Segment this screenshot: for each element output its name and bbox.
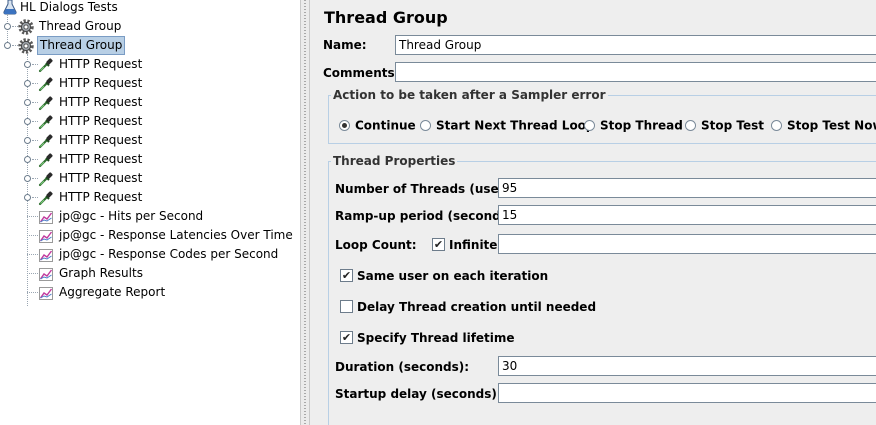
flask-icon	[3, 0, 17, 15]
tree-item-label: Graph Results	[59, 266, 143, 280]
tree-item-label: Thread Group	[37, 36, 126, 55]
tree-item[interactable]: jp@gc - Response Codes per Second	[0, 245, 300, 264]
radio-indicator	[771, 120, 782, 131]
tree-item-label: jp@gc - Response Codes per Second	[59, 247, 279, 261]
rampup-label: Ramp-up period (seconds):	[335, 209, 519, 223]
rampup-field[interactable]: 15	[498, 205, 876, 225]
tree-root-label: HL Dialogs Tests	[20, 0, 118, 14]
tree-item-label: jp@gc - Hits per Second	[59, 209, 204, 223]
tree-item-label: HTTP Request	[59, 76, 143, 90]
tree-item-label: HTTP Request	[59, 152, 143, 166]
radio-stop-test-now[interactable]: Stop Test Now	[771, 118, 876, 133]
tree-item-label: HTTP Request	[59, 190, 143, 204]
radio-indicator	[685, 120, 696, 131]
startup-delay-field[interactable]	[498, 383, 876, 403]
startup-delay-label: Startup delay (seconds):	[335, 387, 502, 401]
radio-continue[interactable]: Continue	[339, 118, 416, 133]
duration-label: Duration (seconds):	[335, 360, 470, 374]
radio-indicator	[420, 120, 431, 131]
tree-root[interactable]: HL Dialogs Tests	[0, 0, 300, 17]
thread-properties-legend: Thread Properties	[333, 154, 456, 168]
sampler-error-legend: Action to be taken after a Sampler error	[333, 88, 606, 102]
pipette-icon	[38, 114, 54, 130]
tree-item-label: HTTP Request	[59, 171, 143, 185]
tree-item-label: HTTP Request	[59, 57, 143, 71]
comments-field[interactable]	[395, 62, 876, 82]
split-pane-divider[interactable]	[300, 0, 310, 425]
tree-item[interactable]: HTTP Request	[0, 150, 300, 169]
graph-listener-icon	[38, 247, 54, 263]
pipette-icon	[38, 171, 54, 187]
thread-lifetime-label: Specify Thread lifetime	[357, 331, 515, 345]
tree-item[interactable]: HTTP Request	[0, 112, 300, 131]
loop-count-field[interactable]	[498, 234, 876, 254]
same-user-checkbox[interactable]: ✔	[340, 269, 353, 282]
graph-listener-icon	[38, 266, 54, 282]
tree-item-label: jp@gc - Response Latencies Over Time	[59, 228, 293, 242]
name-label: Name:	[323, 38, 367, 52]
delay-creation-label: Delay Thread creation until needed	[357, 300, 597, 314]
tree-item[interactable]: jp@gc - Response Latencies Over Time	[0, 226, 300, 245]
radio-stop-test[interactable]: Stop Test	[685, 118, 764, 133]
comments-label: Comments:	[323, 66, 400, 80]
infinite-label: Infinite	[449, 238, 498, 252]
tree-item[interactable]: HTTP Request	[0, 131, 300, 150]
tree-item-label: Aggregate Report	[59, 285, 166, 299]
tree-item[interactable]: HTTP Request	[0, 188, 300, 207]
graph-listener-icon	[38, 209, 54, 225]
gear-icon	[18, 38, 34, 54]
loop-count-label: Loop Count:	[335, 238, 417, 252]
tree-item[interactable]: Graph Results	[0, 264, 300, 283]
duration-field[interactable]: 30	[498, 356, 876, 376]
name-field[interactable]: Thread Group	[395, 35, 876, 55]
tree-item[interactable]: HTTP Request	[0, 74, 300, 93]
radio-start-next-thread-loop[interactable]: Start Next Thread Loop	[420, 118, 595, 133]
test-plan-tree: HL Dialogs Tests Thread Group Thread Grou…	[0, 0, 300, 425]
tree-item[interactable]: HTTP Request	[0, 55, 300, 74]
thread-group-panel: Thread Group Name: Thread Group Comments…	[310, 0, 876, 425]
tree-item-label: HTTP Request	[59, 114, 143, 128]
tree-item[interactable]: HTTP Request	[0, 169, 300, 188]
tree-item[interactable]: Thread Group	[0, 36, 300, 55]
sampler-error-group: Action to be taken after a Sampler error	[328, 88, 876, 144]
pipette-icon	[38, 95, 54, 111]
radio-indicator	[584, 120, 595, 131]
tree-item[interactable]: Aggregate Report	[0, 283, 300, 302]
pipette-icon	[38, 190, 54, 206]
thread-lifetime-checkbox[interactable]: ✔	[340, 331, 353, 344]
radio-indicator	[339, 120, 350, 131]
tree-item[interactable]: HTTP Request	[0, 93, 300, 112]
pipette-icon	[38, 133, 54, 149]
tree-item-label: HTTP Request	[59, 133, 143, 147]
pipette-icon	[38, 76, 54, 92]
gear-icon	[18, 19, 34, 35]
graph-listener-icon	[38, 228, 54, 244]
threads-field[interactable]: 95	[498, 178, 876, 198]
same-user-label: Same user on each iteration	[357, 269, 549, 283]
pipette-icon	[38, 57, 54, 73]
tree-item-label: HTTP Request	[59, 95, 143, 109]
pipette-icon	[38, 152, 54, 168]
delay-creation-checkbox[interactable]	[340, 300, 353, 313]
tree-item[interactable]: Thread Group	[0, 17, 300, 36]
tree-item-label: Thread Group	[39, 19, 122, 33]
page-title: Thread Group	[324, 8, 448, 27]
infinite-checkbox[interactable]: ✔	[432, 238, 445, 251]
threads-label: Number of Threads (users):	[335, 182, 523, 196]
tree-item[interactable]: jp@gc - Hits per Second	[0, 207, 300, 226]
radio-stop-thread[interactable]: Stop Thread	[584, 118, 683, 133]
graph-listener-icon	[38, 285, 54, 301]
